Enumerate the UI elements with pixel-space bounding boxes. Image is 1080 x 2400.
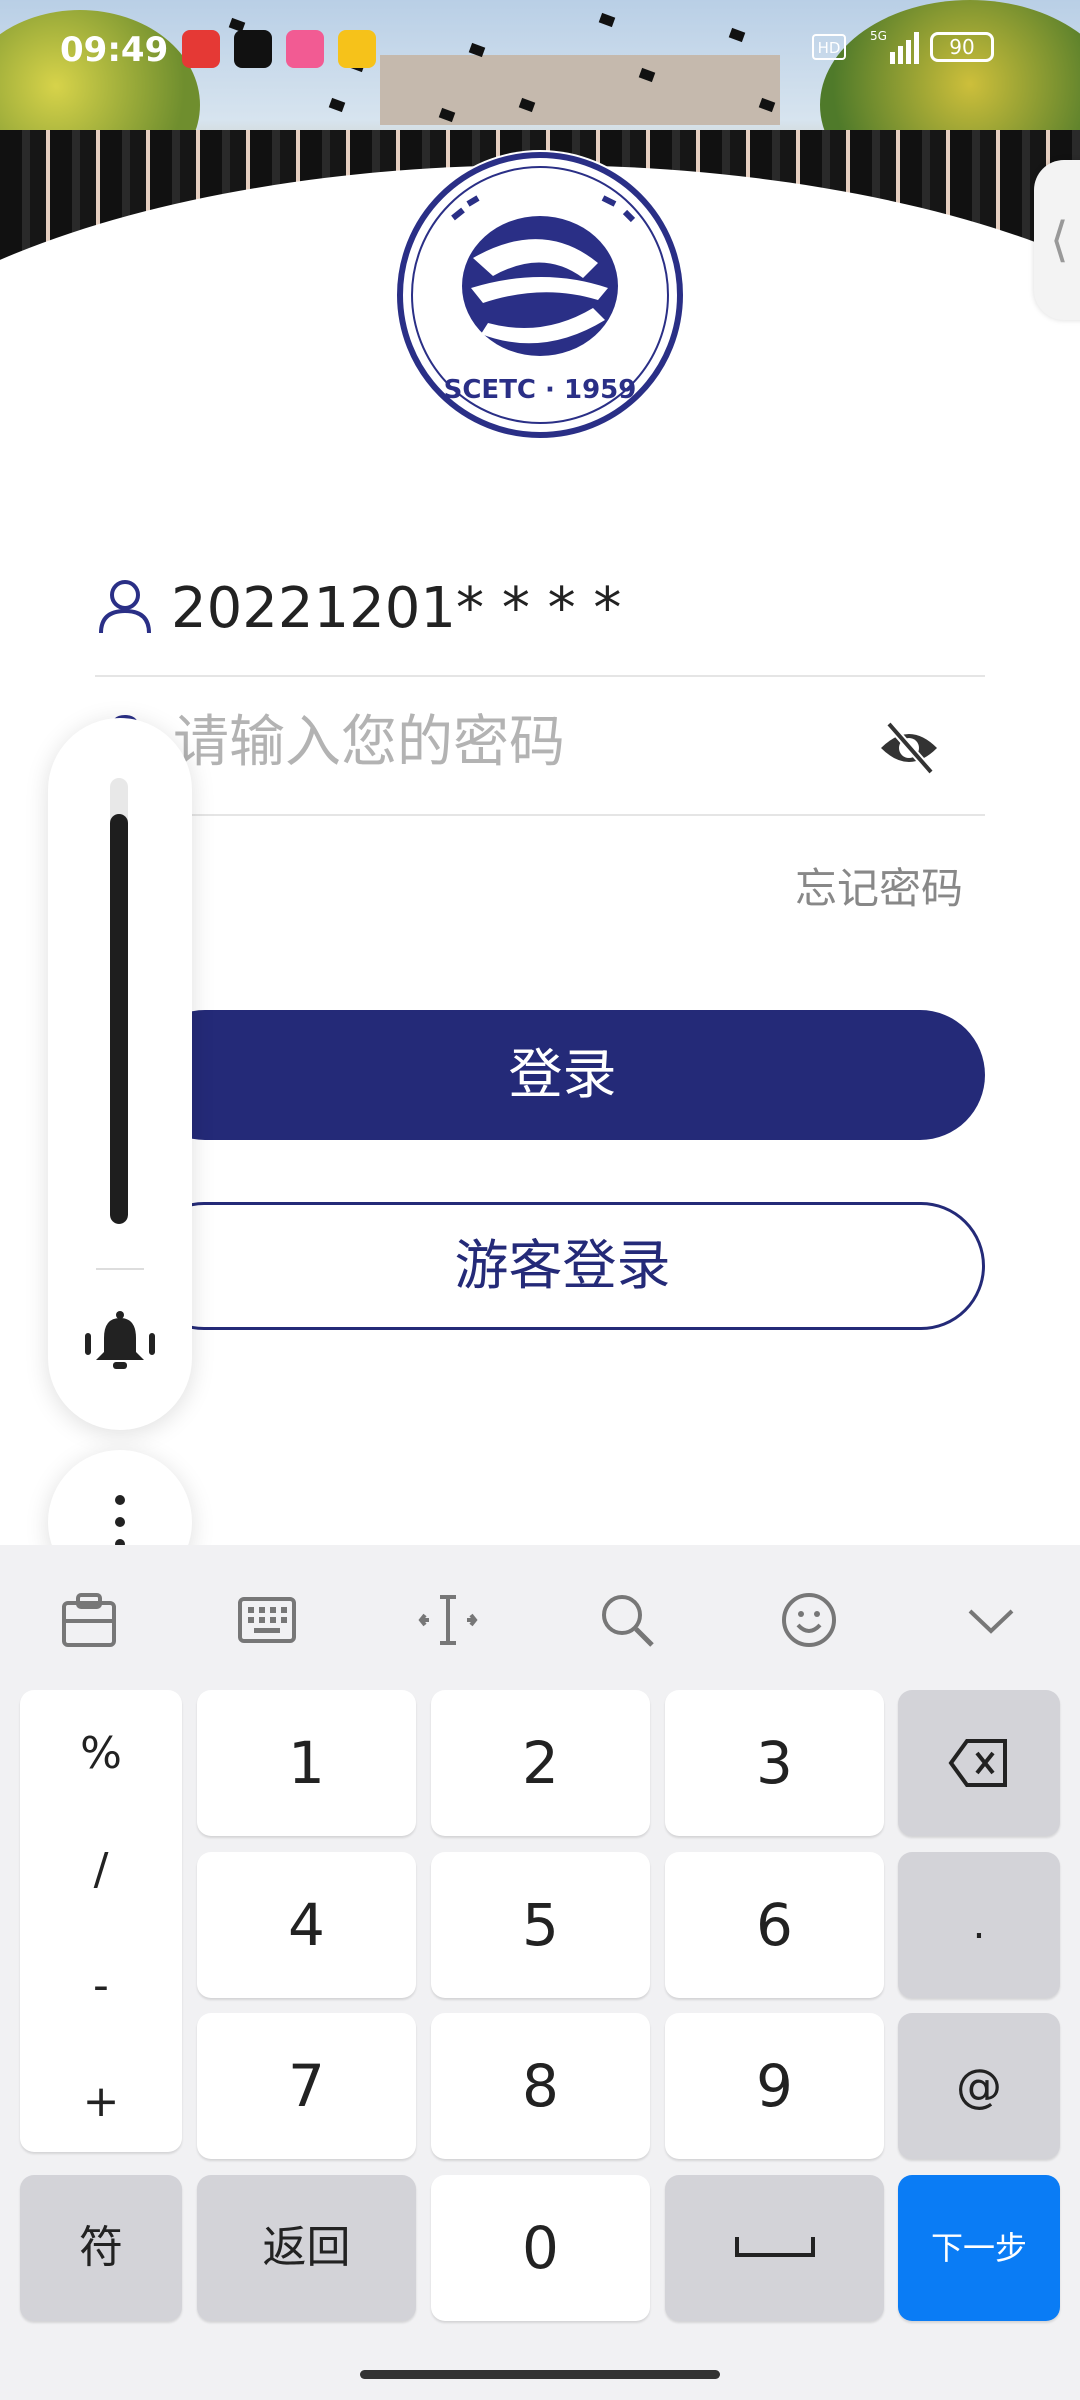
logo-text: SCETC · 1959	[444, 375, 637, 405]
key-9[interactable]: 9	[665, 2013, 884, 2159]
numeric-keyboard: % / - + 1 2 3 4 5 6 . 7 8 9 @ 符 返回 0 下一步	[0, 1545, 1080, 2400]
symbol-column: % / - +	[20, 1690, 182, 2152]
clipboard-icon[interactable]	[54, 1585, 124, 1655]
username-value: 20221201* * * *	[171, 576, 622, 641]
eye-hidden-icon[interactable]	[877, 716, 941, 780]
side-panel-handle[interactable]: ⟨	[1034, 160, 1080, 320]
next-key[interactable]: 下一步	[898, 2175, 1060, 2321]
at-key[interactable]: @	[898, 2013, 1060, 2159]
key-5[interactable]: 5	[431, 1852, 650, 1998]
hd-indicator: HD	[812, 34, 846, 60]
notes-app-icon	[338, 30, 376, 68]
volume-divider	[96, 1268, 144, 1270]
gesture-nav-bar[interactable]	[360, 2370, 720, 2379]
cursor-icon[interactable]	[413, 1585, 483, 1655]
symbol-key-slash[interactable]: /	[20, 1844, 182, 1895]
space-key[interactable]	[665, 2175, 884, 2321]
school-logo: SCETC · 1959	[395, 150, 685, 440]
backspace-key[interactable]	[898, 1690, 1060, 1836]
key-6[interactable]: 6	[665, 1852, 884, 1998]
key-2[interactable]: 2	[431, 1690, 650, 1836]
notification-app-icon	[182, 30, 220, 68]
backspace-icon	[948, 1739, 1007, 1787]
key-4[interactable]: 4	[197, 1852, 416, 1998]
emoji-icon[interactable]	[774, 1585, 844, 1655]
search-icon[interactable]	[592, 1585, 662, 1655]
status-time: 09:49	[60, 30, 169, 70]
tiktok-icon	[234, 30, 272, 68]
network-type: 5G	[870, 29, 887, 43]
symbol-switch-key[interactable]: 符	[20, 2175, 182, 2321]
password-input[interactable]	[171, 696, 875, 788]
more-vertical-icon	[115, 1495, 125, 1549]
back-key[interactable]: 返回	[197, 2175, 416, 2321]
status-bar: 09:49 HD 5G 90	[0, 0, 1080, 100]
user-icon	[99, 580, 151, 634]
collapse-icon[interactable]	[956, 1585, 1026, 1655]
symbol-key-percent[interactable]: %	[20, 1728, 182, 1779]
volume-slider-fill	[110, 813, 128, 1224]
key-8[interactable]: 8	[431, 2013, 650, 2159]
key-3[interactable]: 3	[665, 1690, 884, 1836]
volume-slider[interactable]	[110, 778, 128, 1224]
key-1[interactable]: 1	[197, 1690, 416, 1836]
key-7[interactable]: 7	[197, 2013, 416, 2159]
dot-key[interactable]: .	[898, 1852, 1060, 1998]
battery-indicator: 90	[930, 32, 994, 62]
space-icon	[735, 2237, 815, 2257]
signal-icon: 5G	[870, 29, 919, 64]
keyboard-icon[interactable]	[232, 1585, 302, 1655]
login-button[interactable]: 登录	[140, 1010, 985, 1140]
key-0[interactable]: 0	[431, 2175, 650, 2321]
bell-icon[interactable]	[82, 1308, 158, 1378]
password-field[interactable]	[95, 676, 985, 816]
forgot-password-link[interactable]: 忘记密码	[795, 855, 963, 916]
username-field[interactable]: 20221201* * * *	[95, 560, 985, 677]
guest-login-button[interactable]: 游客登录	[140, 1202, 985, 1330]
symbol-key-minus[interactable]: -	[20, 1960, 182, 2011]
chevron-left-icon: ⟨	[1050, 212, 1069, 268]
volume-panel	[48, 718, 192, 1430]
symbol-key-plus[interactable]: +	[20, 2076, 182, 2127]
bilibili-icon	[286, 30, 324, 68]
